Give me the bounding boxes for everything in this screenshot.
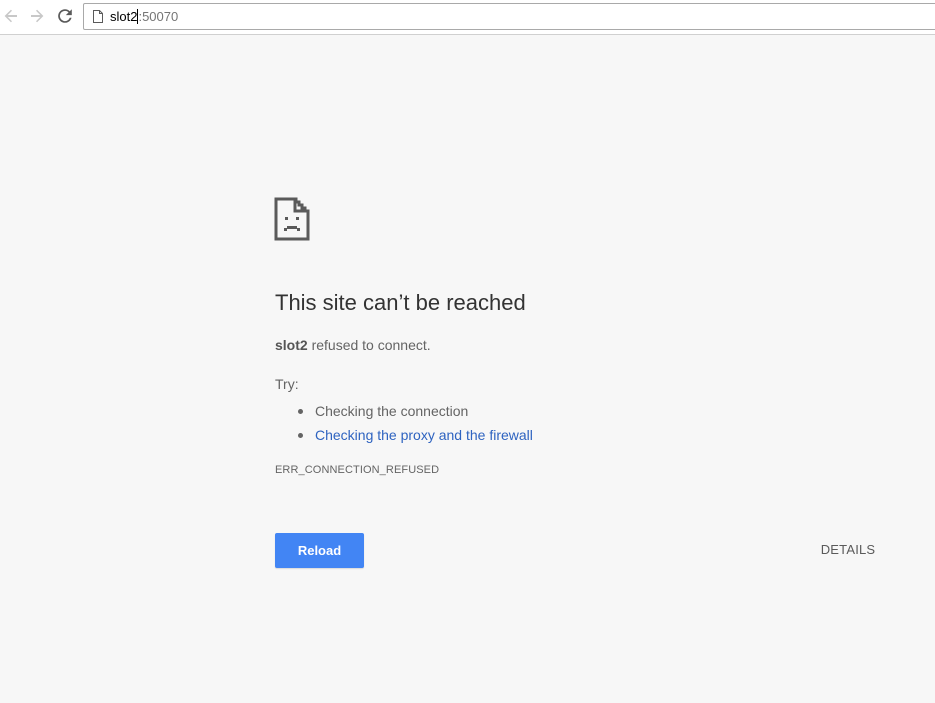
error-summary: slot2 refused to connect. — [275, 336, 431, 354]
suggestion-check-proxy-link[interactable]: Checking the proxy and the firewall — [315, 427, 533, 443]
reload-button[interactable]: Reload — [275, 533, 364, 568]
error-title: This site can’t be reached — [275, 290, 526, 315]
error-summary-text: refused to connect. — [307, 337, 431, 353]
url-host: slot2 — [110, 9, 138, 24]
bullet — [298, 433, 303, 438]
forward-button[interactable] — [26, 5, 48, 27]
back-button[interactable] — [0, 5, 22, 27]
reload-toolbar-button[interactable] — [54, 5, 76, 27]
document-icon — [93, 10, 103, 23]
details-button[interactable]: DETAILS — [808, 541, 888, 559]
sad-document-icon — [274, 197, 310, 241]
browser-toolbar: slot2:50070 — [0, 0, 935, 35]
url-text[interactable]: slot2:50070 — [110, 9, 178, 25]
url-port: :50070 — [138, 9, 179, 24]
error-code: ERR_CONNECTION_REFUSED — [275, 464, 440, 476]
arrow-left-icon — [4, 9, 17, 23]
arrow-right-icon — [31, 9, 44, 23]
address-bar[interactable]: slot2:50070 — [83, 3, 935, 30]
suggestion-check-connection: Checking the connection — [315, 403, 469, 419]
refresh-icon — [58, 9, 72, 23]
try-label: Try: — [275, 376, 299, 392]
suggestion-item: Checking the connection — [275, 399, 533, 423]
bullet — [298, 409, 303, 414]
suggestions-list: Checking the connection Checking the pro… — [275, 399, 533, 447]
suggestion-item: Checking the proxy and the firewall — [275, 423, 533, 447]
error-host: slot2 — [275, 337, 308, 353]
